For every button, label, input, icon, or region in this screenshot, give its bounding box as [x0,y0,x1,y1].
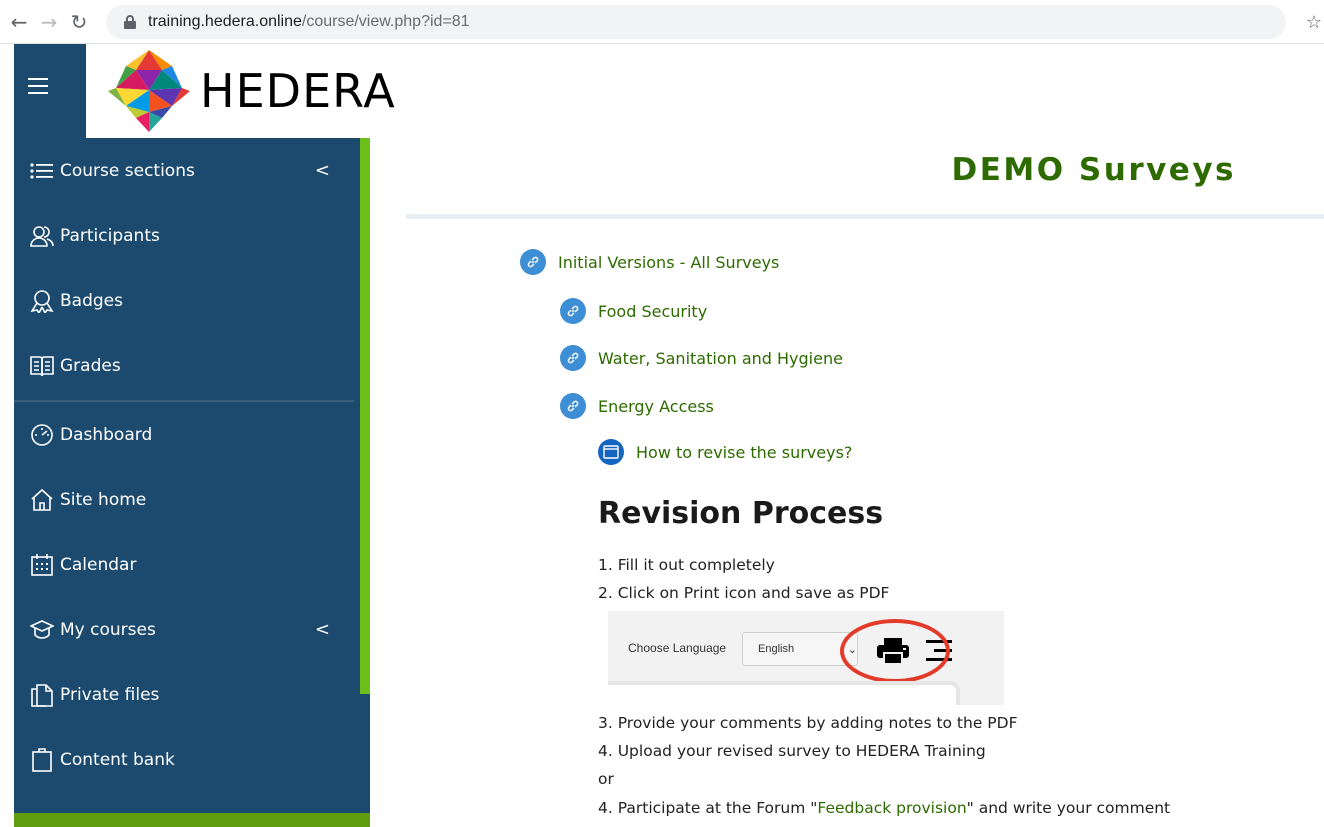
chevron-left-icon[interactable]: < [315,619,330,640]
image-panel-edge [608,681,960,705]
sidebar-item-dashboard[interactable]: Dashboard [14,402,370,467]
sidebar-header: HEDERA [14,44,458,138]
sidebar-item-participants[interactable]: Participants [14,203,370,268]
sidebar-item-course-sections[interactable]: Course sections < [14,138,370,203]
sidebar-item-label: Grades [60,355,121,376]
sidebar-item-label: Badges [60,290,123,311]
course-title: DEMO Surveys [951,152,1236,188]
bookmark-star-icon[interactable]: ☆ [1306,12,1322,33]
home-icon [30,488,54,512]
link-icon [520,249,546,275]
clipboard-icon [30,747,54,772]
feedback-provision-link[interactable]: Feedback provision [817,799,966,817]
sidebar-item-label: My courses [60,619,156,640]
sidebar-item-label: Dashboard [60,424,153,445]
files-icon [30,683,54,707]
step-4b-prefix: 4. Participate at the Forum " [598,799,818,817]
sidebar-item-label: Content bank [60,749,175,770]
sidebar-item-calendar[interactable]: Calendar [14,532,370,597]
logo-text: HEDERA [200,64,396,118]
sidebar-item-grades[interactable]: Grades [14,333,370,398]
link-icon [560,393,586,419]
activity-label: Initial Versions - All Surveys [558,252,780,272]
page-icon [598,439,624,465]
activity-label: Energy Access [598,396,714,416]
choose-language-label: Choose Language [628,641,727,655]
sidebar-item-site-home[interactable]: Site home [14,467,370,532]
sidebar-item-private-files[interactable]: Private files [14,662,370,727]
hedera-logo[interactable]: HEDERA [86,44,458,138]
sidebar-item-my-courses[interactable]: My courses < [14,597,370,662]
url-path: /course/view.php?id=81 [301,12,470,30]
activity-initial-versions[interactable]: Initial Versions - All Surveys [520,249,779,275]
activity-how-to-revise[interactable]: How to revise the surveys? [598,439,852,465]
step-4b-suffix: " and write your comment [966,799,1171,817]
graduation-cap-icon [30,618,54,642]
menu-icon[interactable] [28,78,48,99]
sidebar-item-label: Private files [60,684,160,705]
print-instruction-image: Choose Language English ⌄ [608,611,1004,705]
step-4b: 4. Participate at the Forum "Feedback pr… [598,799,1170,817]
back-arrow-icon[interactable]: ← [4,7,34,37]
activity-food-security[interactable]: Food Security [560,298,707,324]
revision-heading: Revision Process [598,496,884,531]
chevron-left-icon[interactable]: < [315,160,330,181]
lock-icon [124,14,136,29]
sidebar-item-label: Participants [60,225,160,246]
list-icon [30,159,54,183]
users-icon [30,224,54,248]
badge-icon [30,289,54,313]
address-bar[interactable]: training.hedera.online/course/view.php?i… [106,4,1286,39]
activity-water-sanitation[interactable]: Water, Sanitation and Hygiene [560,345,843,371]
forward-arrow-icon[interactable]: → [34,7,64,37]
sidebar-accent-bar [360,138,370,694]
highlight-circle [840,619,950,683]
step-4a: 4. Upload your revised survey to HEDERA … [598,742,986,760]
browser-toolbar: ← → ↻ training.hedera.online/course/view… [0,0,1324,44]
hedera-logo-icon [108,50,190,132]
sidebar-item-label: Course sections [60,160,195,181]
grades-icon [30,354,54,378]
activity-label: Water, Sanitation and Hygiene [598,348,843,368]
calendar-icon [30,553,54,577]
or-text: or [598,770,614,788]
language-value: English [758,643,795,655]
sidebar-item-content-bank[interactable]: Content bank [14,727,370,792]
activity-label: How to revise the surveys? [636,442,853,462]
step-3: 3. Provide your comments by adding notes… [598,714,1018,732]
sidebar-item-label: Calendar [60,554,137,575]
step-2: 2. Click on Print icon and save as PDF [598,584,890,602]
step-1: 1. Fill it out completely [598,556,775,574]
sidebar: HEDERA Course sections < Participants Ba… [14,44,458,827]
sidebar-footer-strip [14,813,370,827]
link-icon [560,345,586,371]
dashboard-icon [30,423,54,447]
url-host: training.hedera.online [148,12,302,30]
header-divider [406,214,1324,219]
activity-energy-access[interactable]: Energy Access [560,393,714,419]
activity-label: Food Security [598,301,708,321]
link-icon [560,298,586,324]
main-content: DEMO Surveys Initial Versions - All Surv… [406,44,1324,827]
sidebar-item-badges[interactable]: Badges [14,268,370,333]
sidebar-item-label: Site home [60,489,147,510]
sidebar-nav: Course sections < Participants Badges Gr… [14,138,370,792]
reload-icon[interactable]: ↻ [64,7,94,37]
